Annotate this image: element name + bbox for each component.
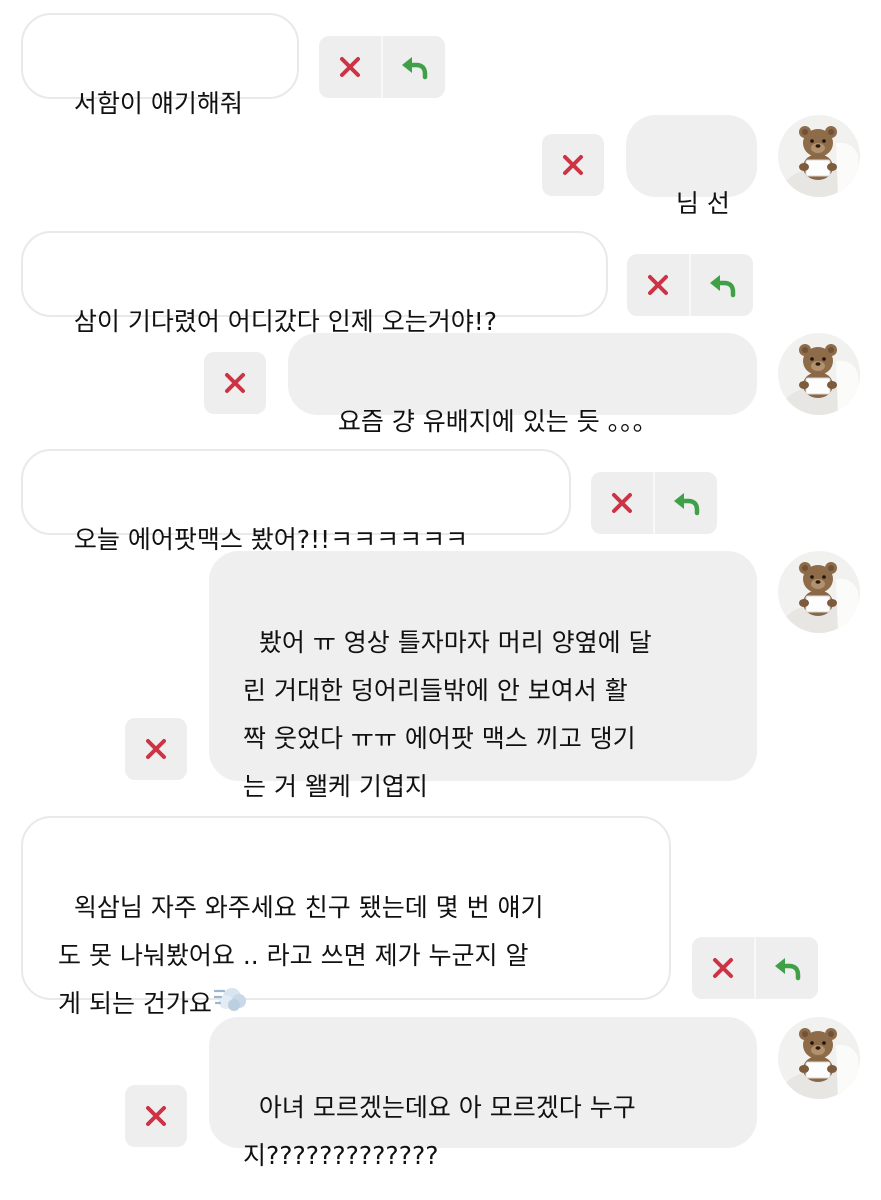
close-icon <box>146 1106 166 1126</box>
reply-button[interactable] <box>754 937 818 999</box>
message-text: 봤어 ㅠ 영상 틀자마자 머리 양옆에 달 린 거대한 덩어리들밖에 안 보여서… <box>243 628 652 801</box>
delete-button[interactable] <box>627 254 689 316</box>
delete-button[interactable] <box>692 937 754 999</box>
reply-arrow-icon <box>402 57 428 80</box>
close-icon <box>648 275 668 295</box>
close-icon <box>713 958 733 978</box>
message-actions <box>125 1085 187 1147</box>
message-text: 서함이 얘기해줘 <box>73 89 243 118</box>
avatar[interactable] <box>778 333 860 415</box>
message-actions <box>319 36 445 98</box>
close-icon <box>563 155 583 175</box>
close-icon <box>146 739 166 759</box>
reply-arrow-icon <box>674 493 700 516</box>
delete-button[interactable] <box>542 134 604 196</box>
outgoing-message-bubble: 요즘 걍 유배지에 있는 듯 。。。 <box>288 333 757 436</box>
message-text: 오늘 에어팟맥스 봤어?!!ㅋㅋㅋㅋㅋㅋ <box>73 525 469 554</box>
message-text: 아녀 모르겠는데요 아 모르겠다 누구 지????????????? <box>243 1093 636 1170</box>
reply-arrow-icon <box>775 958 801 981</box>
reply-button[interactable] <box>381 36 445 98</box>
teddy-bear-avatar <box>778 1017 860 1099</box>
message-text: 님 선 <box>675 189 730 218</box>
delete-button[interactable] <box>125 718 187 780</box>
incoming-message-bubble: 오늘 에어팟맥스 봤어?!!ㅋㅋㅋㅋㅋㅋ <box>21 449 571 554</box>
delete-button[interactable] <box>319 36 381 98</box>
message-actions <box>542 134 604 196</box>
incoming-message-bubble: 서함이 얘기해줘 <box>21 13 299 118</box>
message-actions <box>125 718 187 780</box>
message-actions <box>204 352 266 414</box>
delete-button[interactable] <box>591 472 653 534</box>
outgoing-message-bubble: 봤어 ㅠ 영상 틀자마자 머리 양옆에 달 린 거대한 덩어리들밖에 안 보여서… <box>209 551 757 801</box>
message-text: 삼이 기다렸어 어디갔다 인제 오는거야!? <box>73 307 497 336</box>
message-text: 왹삼님 자주 와주세요 친구 됐는데 몇 번 얘기 도 못 나눠봤어요 .. 라… <box>58 893 544 1018</box>
message-actions <box>692 937 818 999</box>
teddy-bear-avatar <box>778 551 860 633</box>
reply-button[interactable] <box>653 472 717 534</box>
message-text: 요즘 걍 유배지에 있는 듯 。。。 <box>337 407 658 436</box>
reply-button[interactable] <box>689 254 753 316</box>
close-icon <box>340 57 360 77</box>
message-actions <box>591 472 717 534</box>
reply-arrow-icon <box>710 275 736 298</box>
avatar[interactable] <box>778 115 860 197</box>
avatar[interactable] <box>778 551 860 633</box>
teddy-bear-avatar <box>778 115 860 197</box>
delete-button[interactable] <box>204 352 266 414</box>
close-icon <box>612 493 632 513</box>
delete-button[interactable] <box>125 1085 187 1147</box>
incoming-message-bubble: 삼이 기다렸어 어디갔다 인제 오는거야!? <box>21 231 608 336</box>
outgoing-message-bubble: 님 선 <box>626 115 757 218</box>
close-icon <box>225 373 245 393</box>
incoming-message-bubble: 왹삼님 자주 와주세요 친구 됐는데 몇 번 얘기 도 못 나눠봤어요 .. 라… <box>21 816 671 1018</box>
avatar[interactable] <box>778 1017 860 1099</box>
message-actions <box>627 254 753 316</box>
outgoing-message-bubble: 아녀 모르겠는데요 아 모르겠다 누구 지????????????? <box>209 1017 757 1170</box>
teddy-bear-avatar <box>778 333 860 415</box>
